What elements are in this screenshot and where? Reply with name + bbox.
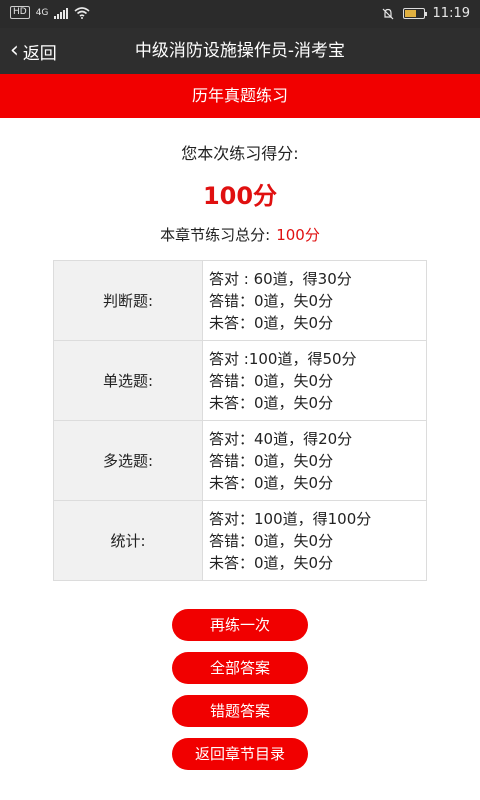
page-title: 中级消防设施操作员-消考宝 <box>134 41 346 61</box>
detail-cell: 答对：100道，得100分 答错：0道，失0分 未答：0道，失0分 <box>202 500 427 581</box>
wrong-line: 答错：0道，失0分 <box>209 531 334 550</box>
wrong-line: 答错：0道，失0分 <box>209 451 334 470</box>
all-answers-button[interactable]: 全部答案 <box>172 652 308 684</box>
battery-icon <box>402 8 427 19</box>
nav-bar: ‹ 返回 中级消防设施操作员-消考宝 <box>0 28 480 74</box>
unanswered-line: 未答：0道，失0分 <box>209 473 334 492</box>
total-score-label: 本章节练习总分: <box>160 226 271 244</box>
hd-badge: HD <box>10 6 30 19</box>
retry-button[interactable]: 再练一次 <box>172 609 308 641</box>
back-label: 返回 <box>22 43 57 64</box>
clock: 11:19 <box>432 6 470 21</box>
results-table: 判断题: 答对 : 60道，得30分 答错：0道，失0分 未答：0道，失0分 单… <box>53 260 427 581</box>
network-type: 4G <box>35 7 49 18</box>
correct-line: 答对 : 60道，得30分 <box>209 269 352 288</box>
wrong-line: 答错：0道，失0分 <box>209 371 334 390</box>
unanswered-line: 未答：0道，失0分 <box>209 313 334 332</box>
unanswered-line: 未答：0道，失0分 <box>209 393 334 412</box>
table-row: 单选题: 答对 :100道，得50分 答错：0道，失0分 未答：0道，失0分 <box>53 340 427 421</box>
battery-fill <box>404 10 416 17</box>
correct-line: 答对 :100道，得50分 <box>209 349 357 368</box>
table-row: 统计: 答对：100道，得100分 答错：0道，失0分 未答：0道，失0分 <box>53 500 427 581</box>
mute-icon <box>382 8 393 19</box>
total-score-value: 100分 <box>276 226 320 244</box>
detail-cell: 答对 : 60道，得30分 答错：0道，失0分 未答：0道，失0分 <box>202 260 427 341</box>
category-cell: 多选题: <box>53 420 203 501</box>
status-bar: HD 4G 11:19 <box>0 0 480 28</box>
status-left: HD 4G <box>10 6 90 19</box>
total-score-line: 本章节练习总分: 100分 <box>0 224 480 245</box>
section-header: 历年真题练习 <box>0 74 480 118</box>
table-row: 多选题: 答对：40道，得20分 答错：0道，失0分 未答：0道，失0分 <box>53 420 427 501</box>
score-value: 100分 <box>202 182 278 210</box>
category-cell: 单选题: <box>53 340 203 421</box>
status-right: 11:19 <box>381 6 470 21</box>
unanswered-line: 未答：0道，失0分 <box>209 553 334 572</box>
correct-line: 答对：40道，得20分 <box>209 429 353 448</box>
back-to-chapters-button[interactable]: 返回章节目录 <box>172 738 308 770</box>
wifi-icon <box>74 6 90 19</box>
category-cell: 判断题: <box>53 260 203 341</box>
detail-cell: 答对：40道，得20分 答错：0道，失0分 未答：0道，失0分 <box>202 420 427 501</box>
wrong-answers-button[interactable]: 错题答案 <box>172 695 308 727</box>
wrong-line: 答错：0道，失0分 <box>209 291 334 310</box>
chevron-left-icon: ‹ <box>10 38 19 63</box>
table-row: 判断题: 答对 : 60道，得30分 答错：0道，失0分 未答：0道，失0分 <box>53 260 427 341</box>
correct-line: 答对：100道，得100分 <box>209 509 372 528</box>
back-button[interactable]: ‹ 返回 <box>10 28 57 74</box>
detail-cell: 答对 :100道，得50分 答错：0道，失0分 未答：0道，失0分 <box>202 340 427 421</box>
category-cell: 统计: <box>53 500 203 581</box>
score-label: 您本次练习得分: <box>181 144 299 163</box>
signal-icon <box>54 7 69 19</box>
